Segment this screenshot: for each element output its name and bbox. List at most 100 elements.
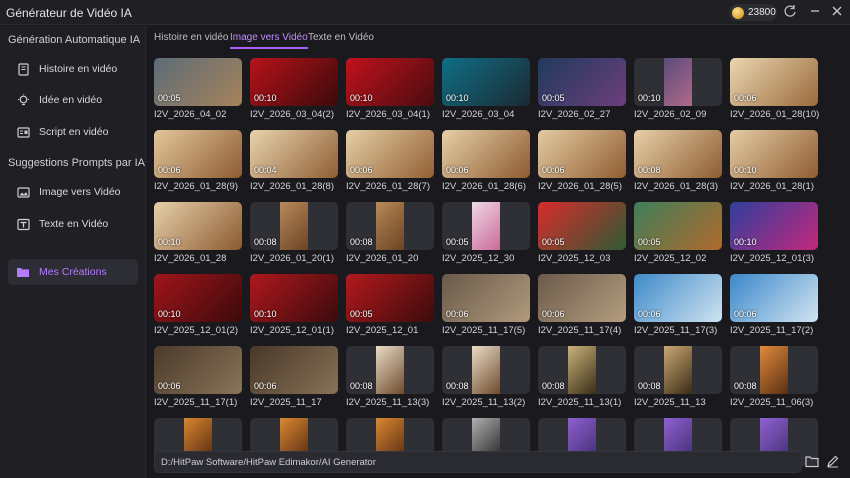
video-card[interactable]: 00:05 I2V_2025_12_03 (538, 202, 626, 264)
video-thumbnail[interactable]: 00:04 (250, 130, 338, 178)
video-card[interactable]: 00:06 I2V_2026_01_28(9) (154, 130, 242, 192)
video-thumbnail[interactable]: 00:06 (730, 274, 818, 322)
tab-text-to-video[interactable]: Texte en Vidéo (308, 32, 374, 47)
video-card[interactable]: 00:05 I2V_2025_12_01 (346, 274, 434, 336)
video-thumbnail[interactable]: 00:06 (538, 274, 626, 322)
video-card[interactable]: 00:10 I2V_2025_12_01(3) (730, 202, 818, 264)
tab-image-to-video[interactable]: Image vers Vidéo (230, 32, 308, 49)
video-thumbnail[interactable]: 00:10 (730, 130, 818, 178)
video-card[interactable]: 00:10 I2V_2025_12_01(2) (154, 274, 242, 336)
sidebar-item-script-to-video[interactable]: Script en vidéo (8, 119, 138, 145)
video-thumbnail[interactable]: 00:05 (538, 202, 626, 250)
video-thumbnail[interactable]: 00:05 (154, 58, 242, 106)
edit-path-icon[interactable] (826, 455, 842, 469)
video-card[interactable]: 00:10 I2V_2025_12_01(1) (250, 274, 338, 336)
video-thumbnail[interactable]: 00:10 (730, 202, 818, 250)
video-thumbnail[interactable]: 00:10 (250, 58, 338, 106)
video-thumbnail[interactable]: 00:08 (538, 346, 626, 394)
video-filename: I2V_2025_11_13(2) (442, 397, 526, 408)
video-card[interactable]: 00:06 I2V_2025_11_17(5) (442, 274, 530, 336)
book-icon (16, 62, 30, 76)
duration-label: 00:06 (734, 93, 757, 103)
video-thumbnail[interactable]: 00:05 (538, 58, 626, 106)
video-card[interactable]: 00:05 I2V_2026_02_27 (538, 58, 626, 120)
video-thumbnail[interactable]: 00:08 (634, 346, 722, 394)
video-card[interactable]: 00:06 I2V_2025_11_17(2) (730, 274, 818, 336)
video-card[interactable]: 00:10 I2V_2026_02_09 (634, 58, 722, 120)
duration-label: 00:10 (446, 93, 469, 103)
output-path-field[interactable]: D:/HitPaw Software/HitPaw Edimakor/AI Ge… (154, 451, 802, 473)
video-thumbnail[interactable]: 00:08 (346, 346, 434, 394)
video-card[interactable]: 00:10 I2V_2026_03_04(2) (250, 58, 338, 120)
video-card[interactable]: 00:05 I2V_2025_12_02 (634, 202, 722, 264)
duration-label: 00:08 (350, 237, 373, 247)
video-thumbnail[interactable]: 00:06 (250, 346, 338, 394)
video-card[interactable]: 00:08 I2V_2025_11_13(3) (346, 346, 434, 408)
video-card[interactable]: 00:05 I2V_2025_12_30 (442, 202, 530, 264)
credits-badge[interactable]: 23800 (729, 4, 777, 21)
video-filename: I2V_2026_01_28(8) (250, 181, 334, 192)
video-thumbnail[interactable]: 00:10 (346, 58, 434, 106)
video-thumbnail[interactable]: 00:05 (442, 202, 530, 250)
video-card[interactable]: 00:08 I2V_2026_01_28(3) (634, 130, 722, 192)
video-card[interactable]: 00:08 I2V_2025_11_06(3) (730, 346, 818, 408)
video-card[interactable]: 00:06 I2V_2026_01_28(7) (346, 130, 434, 192)
refresh-icon[interactable] (782, 4, 798, 20)
video-thumbnail[interactable]: 00:08 (634, 130, 722, 178)
video-thumbnail[interactable]: 00:06 (538, 130, 626, 178)
tab-bar: Histoire en vidéo Image vers Vidéo Texte… (147, 26, 850, 50)
video-thumbnail[interactable]: 00:06 (634, 274, 722, 322)
video-thumbnail[interactable]: 00:10 (634, 58, 722, 106)
video-card[interactable]: 00:08 I2V_2026_01_20 (346, 202, 434, 264)
video-thumbnail[interactable]: 00:08 (250, 202, 338, 250)
video-thumbnail[interactable]: 00:06 (154, 346, 242, 394)
video-card[interactable]: 00:06 I2V_2026_01_28(5) (538, 130, 626, 192)
video-thumbnail[interactable]: 00:08 (442, 346, 530, 394)
sidebar-item-story-to-video[interactable]: Histoire en vidéo (8, 56, 138, 82)
video-thumbnail[interactable]: 00:05 (346, 274, 434, 322)
minimize-icon[interactable] (807, 4, 823, 20)
video-thumbnail[interactable]: 00:08 (730, 346, 818, 394)
video-card[interactable]: 00:06 I2V_2025_11_17 (250, 346, 338, 408)
video-thumbnail[interactable]: 00:10 (154, 274, 242, 322)
video-thumbnail[interactable]: 00:10 (442, 58, 530, 106)
tab-story-to-video[interactable]: Histoire en vidéo (154, 32, 228, 47)
video-thumbnail[interactable]: 00:06 (442, 130, 530, 178)
video-thumbnail[interactable]: 00:06 (730, 58, 818, 106)
sidebar-item-idea-to-video[interactable]: Idée en vidéo (8, 87, 138, 113)
video-card[interactable]: 00:06 I2V_2025_11_17(4) (538, 274, 626, 336)
video-card[interactable]: 00:06 I2V_2025_11_17(3) (634, 274, 722, 336)
video-thumbnail[interactable]: 00:08 (346, 202, 434, 250)
video-thumbnail[interactable]: 00:10 (154, 202, 242, 250)
video-card[interactable]: 00:08 I2V_2026_01_20(1) (250, 202, 338, 264)
open-folder-icon[interactable] (805, 455, 821, 469)
video-thumbnail[interactable]: 00:10 (250, 274, 338, 322)
video-filename: I2V_2026_03_04(2) (250, 109, 334, 120)
video-card[interactable]: 00:08 I2V_2025_11_13 (634, 346, 722, 408)
video-card[interactable]: 00:10 I2V_2026_03_04(1) (346, 58, 434, 120)
thumbnail-image (760, 346, 788, 394)
video-thumbnail[interactable]: 00:05 (634, 202, 722, 250)
video-filename: I2V_2025_12_02 (634, 253, 707, 264)
video-card[interactable]: 00:04 I2V_2026_01_28(8) (250, 130, 338, 192)
sidebar-item-text-to-video[interactable]: Texte en Vidéo (8, 211, 138, 237)
video-card[interactable]: 00:06 I2V_2025_11_17(1) (154, 346, 242, 408)
script-icon (16, 125, 30, 139)
video-thumbnail[interactable]: 00:06 (442, 274, 530, 322)
duration-label: 00:06 (254, 381, 277, 391)
thumbnail-image (376, 346, 404, 394)
close-icon[interactable] (829, 4, 845, 20)
video-card[interactable]: 00:10 I2V_2026_03_04 (442, 58, 530, 120)
sidebar-item-image-to-video[interactable]: Image vers Vidéo (8, 179, 138, 205)
video-card[interactable]: 00:10 I2V_2026_01_28(1) (730, 130, 818, 192)
video-card[interactable]: 00:05 I2V_2026_04_02 (154, 58, 242, 120)
video-card[interactable]: 00:10 I2V_2026_01_28 (154, 202, 242, 264)
video-card[interactable]: 00:08 I2V_2025_11_13(2) (442, 346, 530, 408)
video-card[interactable]: 00:08 I2V_2025_11_13(1) (538, 346, 626, 408)
sidebar-item-my-creations[interactable]: Mes Créations (8, 259, 138, 285)
sidebar: Génération Automatique IA Histoire en vi… (0, 26, 146, 478)
video-card[interactable]: 00:06 I2V_2026_01_28(6) (442, 130, 530, 192)
video-card[interactable]: 00:06 I2V_2026_01_28(10) (730, 58, 819, 120)
video-thumbnail[interactable]: 00:06 (154, 130, 242, 178)
video-thumbnail[interactable]: 00:06 (346, 130, 434, 178)
